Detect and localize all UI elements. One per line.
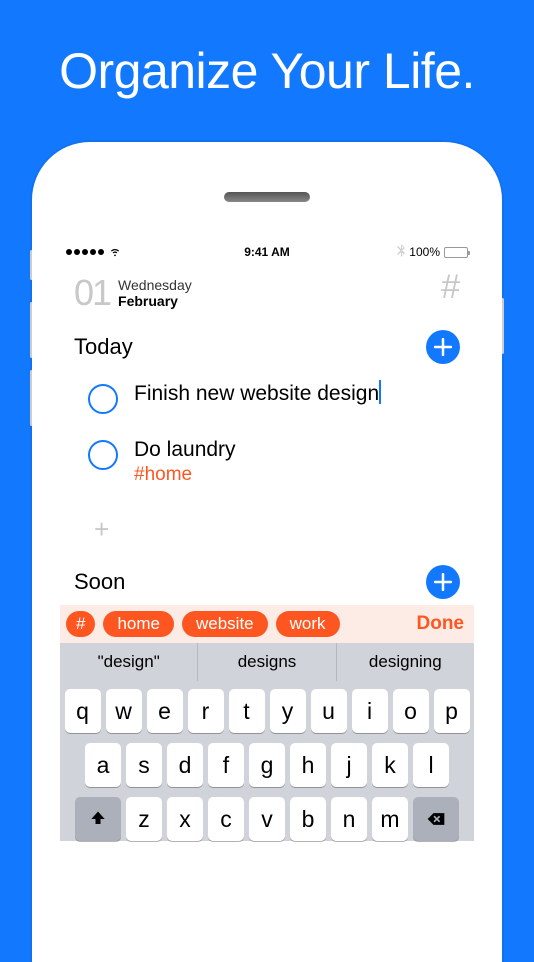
tag-pill-website[interactable]: website [182, 611, 268, 637]
key-m[interactable]: m [372, 797, 408, 841]
autocomplete-option[interactable]: designs [198, 643, 336, 681]
date-header: 01 Wednesday February # [60, 262, 474, 320]
key-a[interactable]: a [85, 743, 121, 787]
key-i[interactable]: i [352, 689, 388, 733]
status-bar: 9:41 AM 100% [60, 242, 474, 262]
autocomplete-option[interactable]: designing [337, 643, 474, 681]
hash-filter-button[interactable]: # [441, 268, 460, 307]
key-r[interactable]: r [188, 689, 224, 733]
key-y[interactable]: y [270, 689, 306, 733]
task-text[interactable]: Do laundry [134, 438, 236, 462]
key-n[interactable]: n [331, 797, 367, 841]
key-g[interactable]: g [249, 743, 285, 787]
backspace-key[interactable] [413, 797, 459, 841]
section-header-soon: Soon [60, 555, 474, 605]
task-checkbox[interactable] [88, 440, 118, 470]
task-tag[interactable]: #home [134, 464, 236, 486]
key-o[interactable]: o [393, 689, 429, 733]
section-title-soon: Soon [74, 569, 125, 595]
text-cursor [379, 380, 381, 404]
key-s[interactable]: s [126, 743, 162, 787]
key-z[interactable]: z [126, 797, 162, 841]
key-c[interactable]: c [208, 797, 244, 841]
wifi-icon [108, 244, 122, 261]
section-title-today: Today [74, 334, 133, 360]
keyboard-done-button[interactable]: Done [417, 613, 469, 635]
key-t[interactable]: t [229, 689, 265, 733]
key-x[interactable]: x [167, 797, 203, 841]
hero-title: Organize Your Life. [0, 0, 534, 100]
keyboard-row: a s d f g h j k l [64, 743, 470, 787]
key-k[interactable]: k [372, 743, 408, 787]
bluetooth-icon [397, 244, 405, 260]
task-row[interactable]: Finish new website design [60, 370, 474, 426]
status-time: 9:41 AM [244, 245, 290, 259]
phone-frame: 9:41 AM 100% 01 Wednesday February # Tod… [32, 142, 502, 962]
tag-pill-home[interactable]: home [103, 611, 174, 637]
key-f[interactable]: f [208, 743, 244, 787]
shift-key[interactable] [75, 797, 121, 841]
key-q[interactable]: q [65, 689, 101, 733]
key-v[interactable]: v [249, 797, 285, 841]
add-task-today-button[interactable] [426, 330, 460, 364]
key-p[interactable]: p [434, 689, 470, 733]
tag-suggestion-bar: # home website work Done [60, 605, 474, 643]
signal-icon [66, 249, 104, 255]
key-u[interactable]: u [311, 689, 347, 733]
key-d[interactable]: d [167, 743, 203, 787]
autocomplete-bar: "design" designs designing [60, 643, 474, 681]
keyboard-row: z x c v b n m [64, 797, 470, 841]
add-task-soon-button[interactable] [426, 565, 460, 599]
app-screen: 9:41 AM 100% 01 Wednesday February # Tod… [60, 242, 474, 952]
task-text-input[interactable]: Finish new website design [134, 382, 381, 406]
date-number: 01 [74, 272, 110, 314]
key-j[interactable]: j [331, 743, 367, 787]
task-checkbox[interactable] [88, 384, 118, 414]
section-header-today: Today [60, 320, 474, 370]
date-weekday: Wednesday [118, 277, 192, 293]
date-month: February [118, 293, 192, 309]
battery-percent: 100% [409, 245, 440, 259]
keyboard: q w e r t y u i o p a s d f g h j k l [60, 681, 474, 841]
phone-speaker [224, 192, 310, 202]
key-h[interactable]: h [290, 743, 326, 787]
add-task-inline-button[interactable]: + [60, 498, 474, 555]
autocomplete-option[interactable]: "design" [60, 643, 198, 681]
task-row[interactable]: Do laundry #home [60, 426, 474, 498]
key-l[interactable]: l [413, 743, 449, 787]
key-w[interactable]: w [106, 689, 142, 733]
tag-pill-work[interactable]: work [276, 611, 340, 637]
battery-icon [444, 247, 468, 258]
key-e[interactable]: e [147, 689, 183, 733]
tag-hash-button[interactable]: # [66, 611, 95, 637]
key-b[interactable]: b [290, 797, 326, 841]
keyboard-row: q w e r t y u i o p [64, 689, 470, 733]
